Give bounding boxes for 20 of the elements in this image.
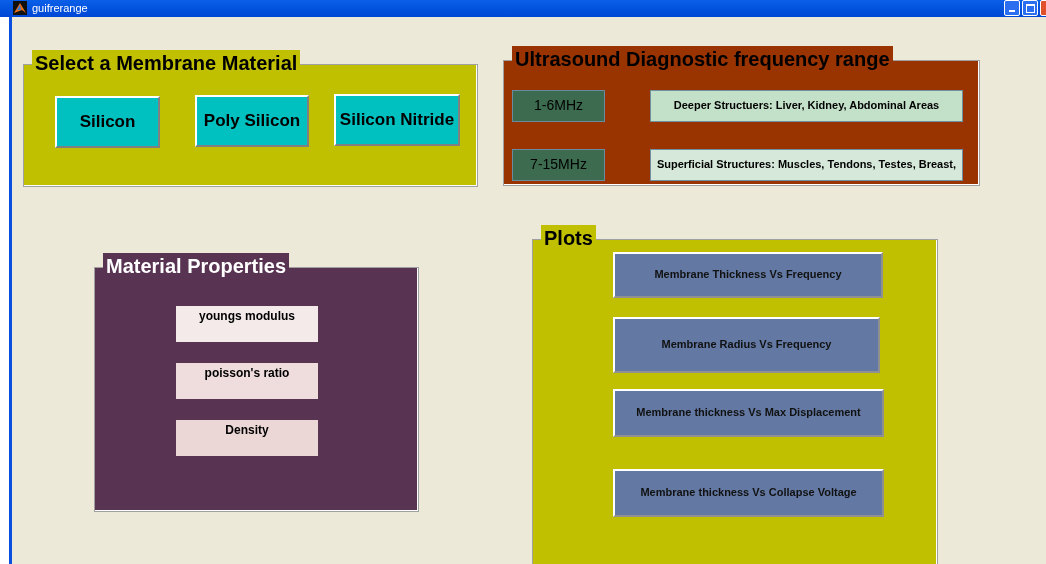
- property-field[interactable]: poisson's ratio: [176, 362, 318, 399]
- maximize-button[interactable]: [1022, 0, 1038, 17]
- material-button[interactable]: Poly Silicon: [195, 94, 309, 147]
- structure-description: Deeper Structuers: Liver, Kidney, Abdominal Areas: [650, 89, 963, 122]
- panel-title: Ultrasound Diagnostic frequency range: [512, 45, 893, 72]
- minimize-button[interactable]: [1004, 0, 1020, 17]
- structure-description: Superficial Structures: Muscles, Tendons, Testes, Breast,: [650, 148, 963, 181]
- material-button[interactable]: Silicon Nitride: [334, 93, 460, 146]
- window-title: guifrerange: [32, 1, 88, 16]
- frequency-label: 1-6MHz: [512, 89, 605, 122]
- plot-button[interactable]: Membrane thickness Vs Max Displacement: [613, 388, 884, 437]
- material-button[interactable]: Silicon: [55, 95, 160, 148]
- plot-button[interactable]: Membrane Thickness Vs Frequency: [613, 251, 883, 298]
- panel-title: Material Properties: [103, 252, 290, 279]
- property-field[interactable]: Density: [176, 419, 318, 456]
- app-icon: [13, 1, 27, 16]
- frequency-label: 7-15MHz: [512, 148, 605, 181]
- property-field[interactable]: youngs modulus: [176, 305, 318, 342]
- plot-button[interactable]: Membrane Radius Vs Frequency: [613, 316, 880, 373]
- plot-button[interactable]: Membrane thickness Vs Collapse Voltage: [613, 468, 884, 517]
